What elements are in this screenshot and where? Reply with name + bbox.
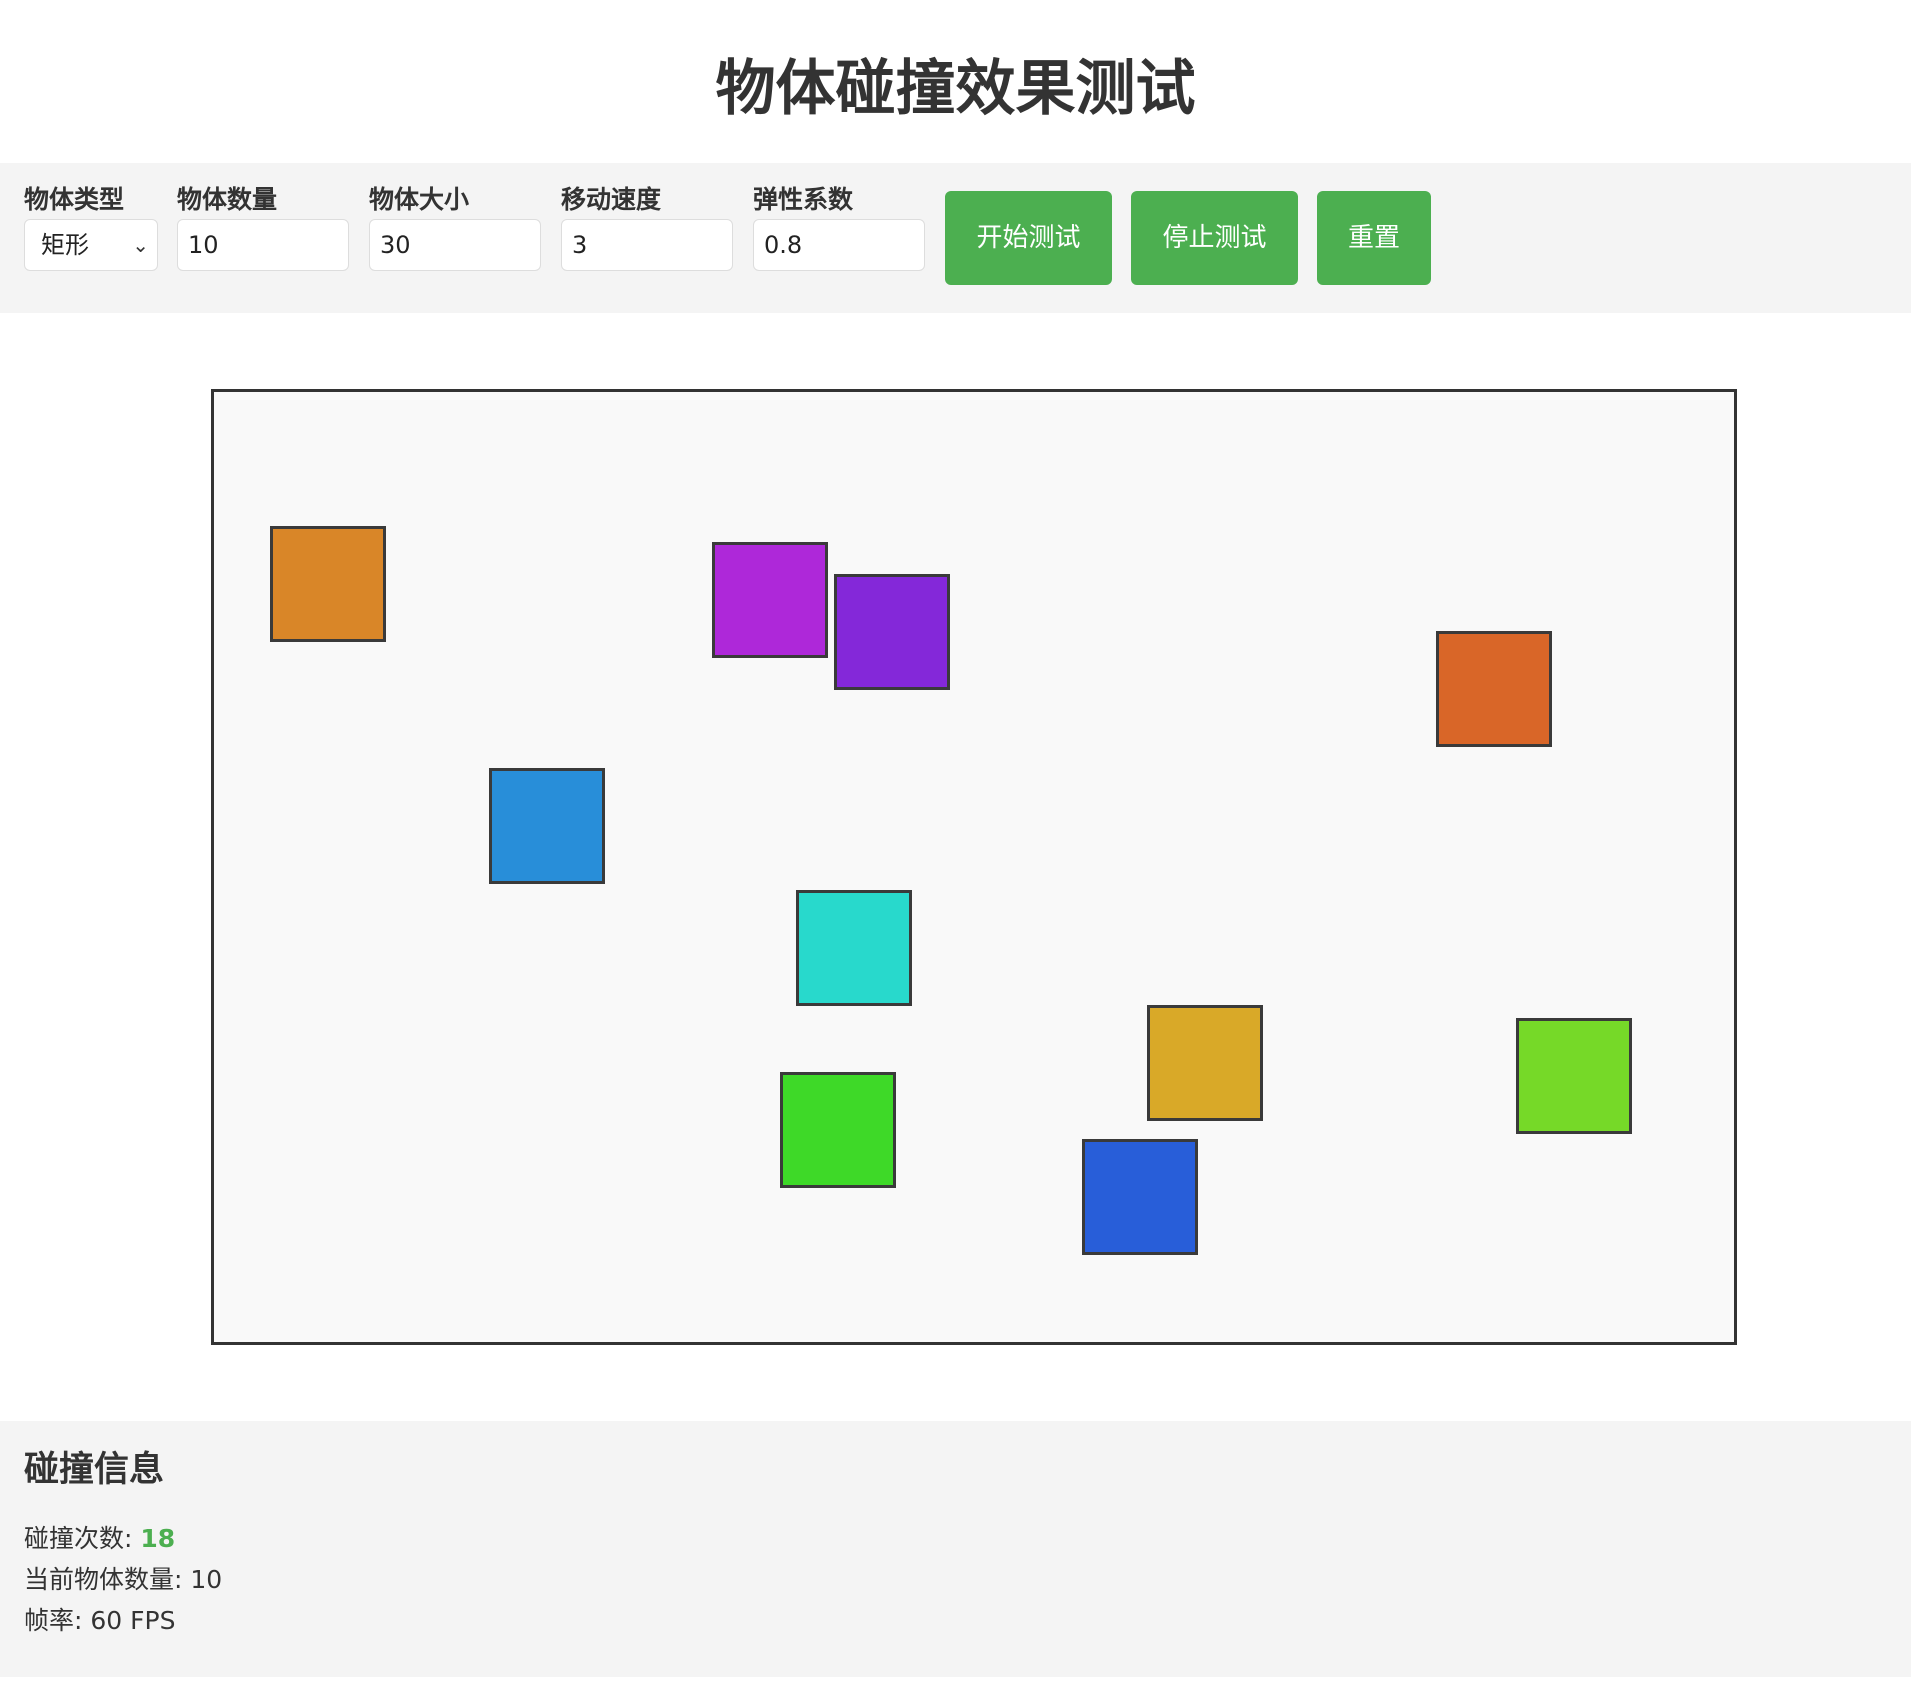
start-test-button[interactable]: 开始测试 bbox=[945, 191, 1112, 285]
collision-object bbox=[712, 542, 828, 658]
object-type-select[interactable]: 矩形 ⌄ bbox=[24, 219, 158, 271]
object-size-input[interactable] bbox=[369, 219, 541, 271]
object-type-value: 矩形 bbox=[41, 231, 89, 259]
object-size-label: 物体大小 bbox=[369, 185, 470, 214]
collision-info-panel: 碰撞信息 碰撞次数: 18 当前物体数量: 10 帧率: 60 FPS bbox=[0, 1421, 1911, 1677]
object-count-label: 物体数量 bbox=[177, 185, 278, 214]
move-speed-input[interactable] bbox=[561, 219, 733, 271]
object-size-group: 物体大小 bbox=[369, 185, 541, 271]
collision-object bbox=[489, 768, 605, 884]
fps-value: 60 FPS bbox=[90, 1606, 176, 1635]
collision-object bbox=[780, 1072, 896, 1188]
fps-label: 帧率: bbox=[24, 1606, 91, 1635]
object-type-label: 物体类型 bbox=[24, 185, 125, 214]
fps-line: 帧率: 60 FPS bbox=[24, 1601, 175, 1641]
collision-info-title: 碰撞信息 bbox=[24, 1450, 165, 1490]
stop-test-button[interactable]: 停止测试 bbox=[1131, 191, 1298, 285]
move-speed-label: 移动速度 bbox=[561, 185, 662, 214]
control-panel: 物体类型 矩形 ⌄ 物体数量 物体大小 移动速度 弹性系数 开始测试 停止测试 … bbox=[0, 163, 1911, 313]
collision-object bbox=[1147, 1005, 1263, 1121]
collision-object bbox=[270, 526, 386, 642]
object-count-line: 当前物体数量: 10 bbox=[24, 1560, 222, 1600]
collision-object bbox=[834, 574, 950, 690]
object-count-info-label: 当前物体数量: bbox=[24, 1565, 191, 1594]
object-count-info-value: 10 bbox=[190, 1565, 223, 1594]
elasticity-input[interactable] bbox=[753, 219, 925, 271]
elasticity-group: 弹性系数 bbox=[753, 185, 925, 271]
object-count-group: 物体数量 bbox=[177, 185, 349, 271]
move-speed-group: 移动速度 bbox=[561, 185, 733, 271]
collision-object bbox=[1436, 631, 1552, 747]
collision-object bbox=[1516, 1018, 1632, 1134]
collision-count-line: 碰撞次数: 18 bbox=[24, 1519, 175, 1559]
reset-button[interactable]: 重置 bbox=[1317, 191, 1431, 285]
simulation-canvas[interactable] bbox=[211, 389, 1737, 1345]
object-count-input[interactable] bbox=[177, 219, 349, 271]
elasticity-label: 弹性系数 bbox=[753, 185, 854, 214]
collision-object bbox=[796, 890, 912, 1006]
collision-count-label: 碰撞次数: bbox=[24, 1524, 141, 1553]
object-type-group: 物体类型 矩形 ⌄ bbox=[24, 185, 158, 271]
chevron-down-icon: ⌄ bbox=[132, 233, 149, 257]
collision-object bbox=[1082, 1139, 1198, 1255]
collision-count-value: 18 bbox=[140, 1524, 176, 1553]
page-title: 物体碰撞效果测试 bbox=[715, 54, 1196, 124]
